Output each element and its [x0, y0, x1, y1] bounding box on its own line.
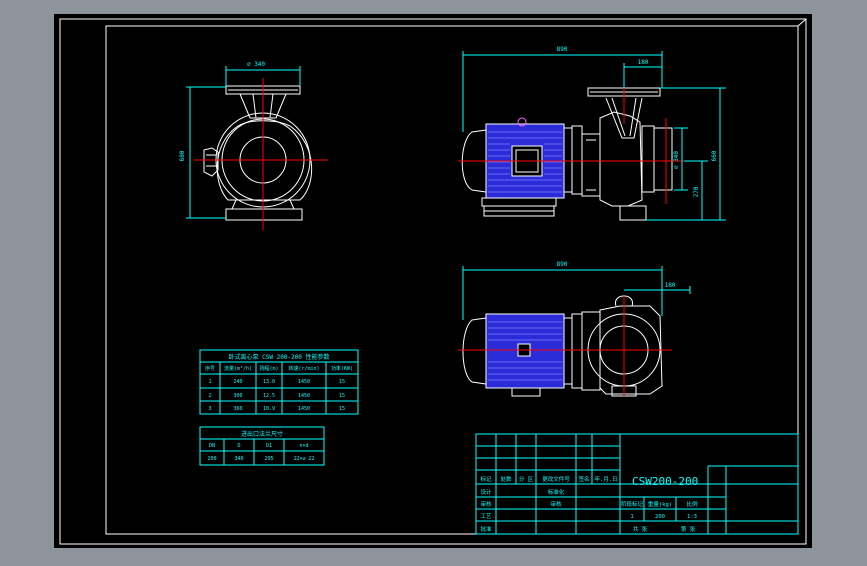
drawing-title: CSW200-200: [632, 475, 698, 488]
flange-header-cell: n×d: [299, 443, 308, 449]
label-count: 处数: [500, 475, 512, 483]
param-table-title: 卧式离心泵 CSW 200-200 性能参数: [229, 353, 330, 361]
flange-cell: 295: [264, 456, 273, 462]
front-dim-height: 600: [179, 150, 186, 161]
label-sheet: 第 张: [681, 525, 696, 533]
value-weight: 200: [655, 514, 665, 520]
flange-header-cell: D: [237, 443, 240, 449]
label-standard: 标准化: [548, 488, 565, 496]
flange-cell: 12×⌀ 22: [293, 456, 314, 462]
label-weight: 重量(kg): [648, 500, 672, 508]
value-scale: 1:3: [687, 514, 697, 520]
param-cell: 12.5: [263, 393, 275, 399]
flange-table-title: 进出口法兰尺寸: [241, 430, 283, 438]
side-dim-center-height: 270: [693, 186, 700, 197]
param-cell: 1450: [298, 393, 310, 399]
param-header-cell: 序号: [205, 365, 215, 372]
param-cell: 1: [208, 379, 211, 385]
param-cell: 300: [233, 393, 242, 399]
side-dim-offset: 180: [638, 59, 649, 66]
param-cell: 15: [339, 393, 345, 399]
label-process: 工艺: [480, 513, 492, 520]
param-cell: 13.0: [263, 379, 275, 385]
param-cell: 240: [233, 379, 242, 385]
cad-drawing: ⌀ 340 600 890 180 ⌀ 340 270 660 890 180 …: [54, 14, 812, 548]
flange-cell: 200: [207, 456, 216, 462]
label-approve: 批准: [480, 525, 492, 533]
label-zone: 分 区: [519, 475, 534, 483]
top-dim-length: 890: [557, 261, 568, 268]
label-sheets: 共 张: [633, 525, 648, 533]
param-header-cell: 流量(m³/h): [224, 365, 252, 372]
label-mark: 标记: [480, 475, 492, 483]
param-cell: 3: [208, 406, 211, 412]
label-scale: 比例: [686, 500, 698, 508]
flange-cell: 340: [234, 456, 243, 462]
label-change-doc: 更改文件号: [542, 475, 570, 483]
label-check: 审核: [480, 500, 492, 508]
front-dim-flange: ⌀ 340: [247, 61, 265, 68]
param-header-cell: 扬程(m): [259, 365, 278, 372]
param-cell: 360: [233, 406, 242, 412]
param-header-cell: 功率(KW): [331, 365, 353, 372]
flange-header-cell: D1: [266, 443, 272, 449]
value-quantity: 1: [630, 514, 633, 520]
top-dim-offset: 180: [665, 282, 676, 289]
side-dim-total-height: 660: [711, 150, 718, 161]
drawing-sheet: [54, 14, 812, 548]
side-dim-length: 890: [557, 46, 568, 53]
param-cell: 2: [208, 393, 211, 399]
label-stage: 阶段标记: [621, 500, 644, 508]
label-date: 年.月.日: [594, 475, 617, 483]
param-cell: 10.9: [263, 406, 275, 412]
label-audit: 审核: [550, 500, 562, 508]
param-cell: 15: [339, 406, 345, 412]
param-header-cell: 转速(r/min): [288, 365, 319, 372]
label-sign: 签名: [578, 475, 589, 483]
param-cell: 1450: [298, 406, 310, 412]
flange-header-cell: DN: [209, 443, 215, 449]
cad-viewport: ⌀ 340 600 890 180 ⌀ 340 270 660 890 180 …: [0, 0, 867, 562]
param-cell: 1450: [298, 379, 310, 385]
label-design: 设计: [480, 488, 492, 496]
side-dim-flange-dia: ⌀ 340: [673, 151, 680, 169]
param-cell: 15: [339, 379, 345, 385]
